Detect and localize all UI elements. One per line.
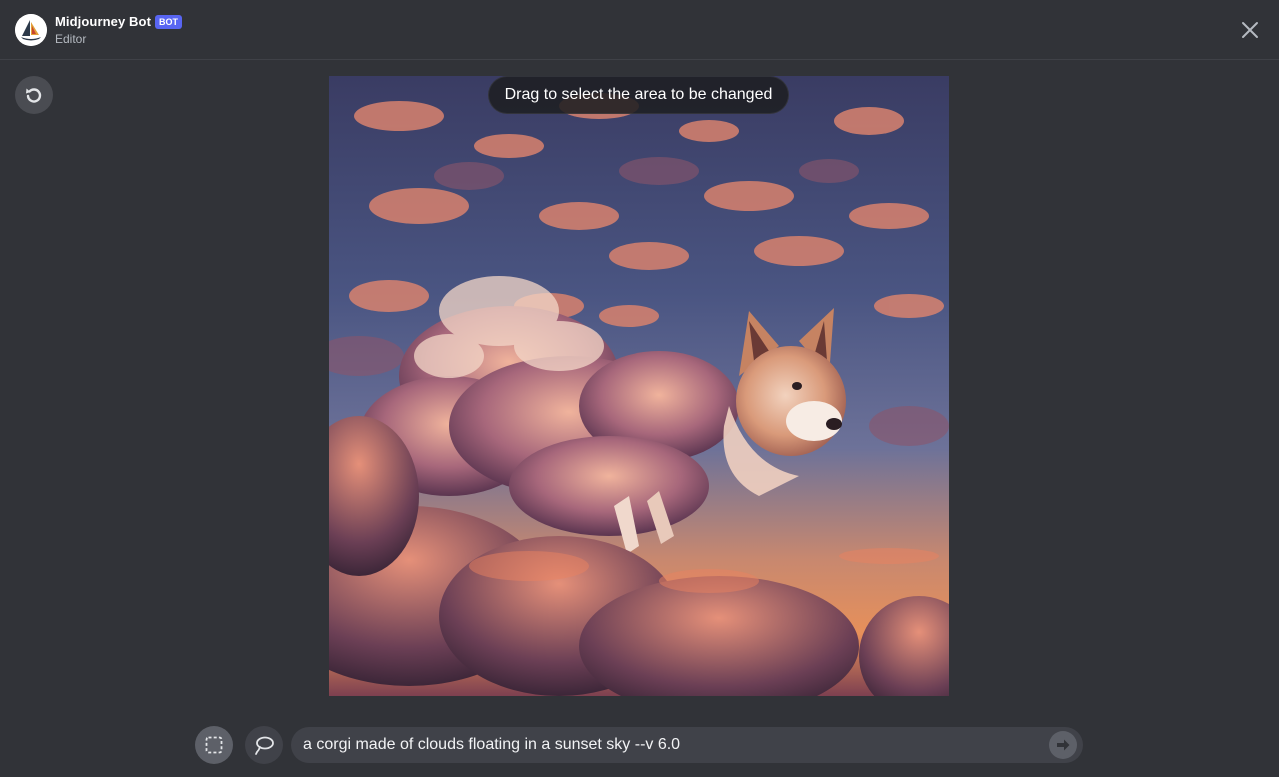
send-button[interactable] [1049,731,1077,759]
send-icon [1057,739,1070,751]
generated-image[interactable] [329,76,949,696]
undo-icon [26,88,42,103]
bot-avatar[interactable] [15,14,47,46]
undo-button[interactable] [15,76,53,114]
lasso-icon [255,736,274,755]
image-canvas[interactable] [329,76,949,696]
selection-hint-tooltip: Drag to select the area to be changed [488,76,789,114]
bot-name[interactable]: Midjourney Bot [55,14,151,29]
editor-header: Midjourney Bot BOT Editor [0,0,1279,60]
rectangle-select-button[interactable] [195,726,233,764]
bot-badge: BOT [155,15,182,29]
prompt-input[interactable] [303,727,1043,763]
close-button[interactable] [1238,18,1262,42]
editor-subtitle: Editor [55,32,87,46]
rectangle-select-icon [205,736,223,754]
prompt-bar [291,727,1083,763]
close-icon [1242,22,1258,38]
lasso-select-button[interactable] [245,726,283,764]
sailboat-logo [15,14,47,46]
